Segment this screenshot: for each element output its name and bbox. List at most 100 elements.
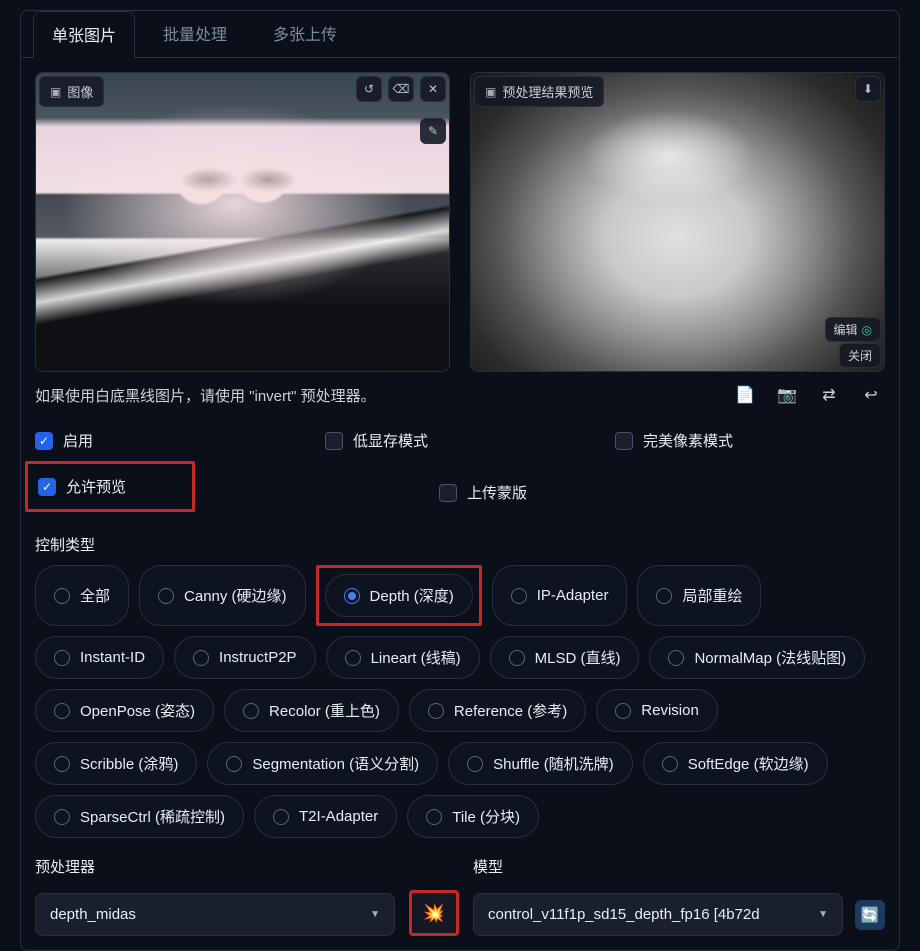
control-type-option-label: Segmentation (语义分割) [252, 753, 419, 774]
control-type-option[interactable]: IP-Adapter [492, 565, 628, 626]
control-type-highlight: Depth (深度) [316, 565, 482, 626]
preview-image-toolbar: ⬇ [855, 76, 881, 102]
image-icon: ▣ [50, 85, 61, 99]
check-upload-mask[interactable]: 上传蒙版 [439, 482, 527, 503]
caret-down-icon: ▼ [818, 909, 828, 920]
control-type-option-label: SoftEdge (软边缘) [688, 753, 809, 774]
preview-image[interactable] [470, 72, 885, 372]
controlnet-panel: 单张图片 批量处理 多张上传 ▣ 图像 ↺ ⌫ ✕ ✎ [20, 10, 900, 951]
control-type-option[interactable]: Recolor (重上色) [224, 689, 399, 732]
undo-button[interactable]: ↺ [356, 76, 382, 102]
check-allow-preview-label: 允许预览 [66, 476, 126, 497]
control-type-option-label: MLSD (直线) [535, 647, 621, 668]
control-type-option[interactable]: Reference (参考) [409, 689, 586, 732]
send-back-icon[interactable]: ↩ [857, 384, 885, 406]
preprocessor-select[interactable]: depth_midas ▼ [35, 893, 395, 936]
source-image-label: ▣ 图像 [39, 76, 104, 107]
control-type-option[interactable]: Lineart (线稿) [326, 636, 480, 679]
preview-image-label: ▣ 预处理结果预览 [474, 76, 604, 107]
tabs: 单张图片 批量处理 多张上传 [21, 11, 899, 58]
edit-brush-button[interactable]: ✎ [420, 118, 446, 144]
image-icon: ▣ [485, 85, 496, 99]
model-select[interactable]: control_v11f1p_sd15_depth_fp16 [4b72d ▼ [473, 893, 843, 936]
close-chip-label: 关闭 [848, 347, 872, 364]
control-type-grid: 全部 Canny (硬边缘) Depth (深度) IP-Adapter局部重绘 Ins… [35, 565, 885, 838]
control-type-option-label: Instant-ID [80, 649, 145, 666]
control-type-option-label: Scribble (涂鸦) [80, 753, 178, 774]
erase-button[interactable]: ⌫ [388, 76, 414, 102]
tab-single-image[interactable]: 单张图片 [33, 11, 135, 58]
radio-icon [273, 809, 289, 825]
control-type-option[interactable]: NormalMap (法线贴图) [649, 636, 865, 679]
edit-chip-icon: ◎ [862, 323, 872, 337]
control-type-option-label: 全部 [80, 585, 110, 606]
radio-icon [54, 588, 70, 604]
refresh-models-button[interactable]: 🔄 [855, 900, 885, 930]
control-type-option-label: Recolor (重上色) [269, 700, 380, 721]
radio-icon [668, 650, 684, 666]
checkbox-off-icon [439, 484, 457, 502]
control-type-option[interactable]: OpenPose (姿态) [35, 689, 214, 732]
control-type-option[interactable]: Canny (硬边缘) [139, 565, 306, 626]
model-value: control_v11f1p_sd15_depth_fp16 [4b72d [488, 906, 760, 923]
control-type-option[interactable]: SparseCtrl (稀疏控制) [35, 795, 244, 838]
tab-content: ▣ 图像 ↺ ⌫ ✕ ✎ ▣ 预处理结果预览 [21, 58, 899, 950]
checkbox-off-icon [325, 432, 343, 450]
swap-icon[interactable]: ⇄ [815, 384, 843, 406]
checkbox-off-icon [615, 432, 633, 450]
radio-icon [467, 756, 483, 772]
hint-row: 如果使用白底黑线图片，请使用 "invert" 预处理器。 📄 📷 ⇄ ↩ [35, 384, 885, 406]
control-type-option-label: Tile (分块) [452, 806, 520, 827]
radio-icon [511, 588, 527, 604]
control-type-option[interactable]: InstructP2P [174, 636, 316, 679]
run-col: 💥 [409, 890, 459, 936]
new-doc-icon[interactable]: 📄 [731, 384, 759, 406]
caret-down-icon: ▼ [370, 909, 380, 920]
radio-icon [193, 650, 209, 666]
tab-multi-upload[interactable]: 多张上传 [255, 11, 355, 57]
control-type-option[interactable]: Instant-ID [35, 636, 164, 679]
source-image-toolbar: ↺ ⌫ ✕ [356, 76, 446, 102]
tab-batch[interactable]: 批量处理 [145, 11, 245, 57]
control-type-option[interactable]: Scribble (涂鸦) [35, 742, 197, 785]
preview-close-chip[interactable]: 关闭 [839, 343, 881, 368]
check-enable[interactable]: ✓ 启用 [35, 430, 315, 451]
source-image[interactable] [35, 72, 450, 372]
preview-edit-chip[interactable]: 编辑 ◎ [825, 317, 882, 342]
control-type-option[interactable]: Tile (分块) [407, 795, 539, 838]
camera-icon[interactable]: 📷 [773, 384, 801, 406]
radio-icon [54, 809, 70, 825]
control-type-option[interactable]: 全部 [35, 565, 129, 626]
control-type-option[interactable]: Revision [596, 689, 718, 732]
control-type-option[interactable]: 局部重绘 [637, 565, 761, 626]
checkbox-on-icon: ✓ [38, 478, 56, 496]
check-allow-preview[interactable]: ✓ 允许预览 [38, 476, 182, 497]
download-button[interactable]: ⬇ [855, 76, 881, 102]
edit-chip-label: 编辑 [834, 321, 858, 338]
allow-preview-highlight: ✓ 允许预览 [25, 461, 195, 512]
checkbox-on-icon: ✓ [35, 432, 53, 450]
radio-icon [226, 756, 242, 772]
control-type-option[interactable]: MLSD (直线) [490, 636, 640, 679]
radio-icon [426, 809, 442, 825]
control-type-option[interactable]: SoftEdge (软边缘) [643, 742, 828, 785]
control-type-option[interactable]: Segmentation (语义分割) [207, 742, 438, 785]
radio-icon [344, 588, 360, 604]
control-type-section: 控制类型 全部 Canny (硬边缘) Depth (深度) IP-Adapter局部… [35, 534, 885, 838]
control-type-option-label: Reference (参考) [454, 700, 567, 721]
check-enable-label: 启用 [63, 430, 93, 451]
control-type-option[interactable]: Shuffle (随机洗牌) [448, 742, 633, 785]
check-pixel-perfect[interactable]: 完美像素模式 [615, 430, 733, 451]
run-preprocessor-button[interactable]: 💥 [409, 890, 459, 936]
check-low-vram[interactable]: 低显存模式 [325, 430, 605, 451]
radio-icon [158, 588, 174, 604]
control-type-label: 控制类型 [35, 534, 885, 555]
control-type-option[interactable]: Depth (深度) [325, 574, 473, 617]
model-col: 模型 control_v11f1p_sd15_depth_fp16 [4b72d… [473, 856, 885, 936]
control-type-option[interactable]: T2I-Adapter [254, 795, 397, 838]
control-type-option-label: Canny (硬边缘) [184, 585, 287, 606]
close-image-button[interactable]: ✕ [420, 76, 446, 102]
control-type-option-label: SparseCtrl (稀疏控制) [80, 806, 225, 827]
radio-icon [662, 756, 678, 772]
radio-icon [243, 703, 259, 719]
